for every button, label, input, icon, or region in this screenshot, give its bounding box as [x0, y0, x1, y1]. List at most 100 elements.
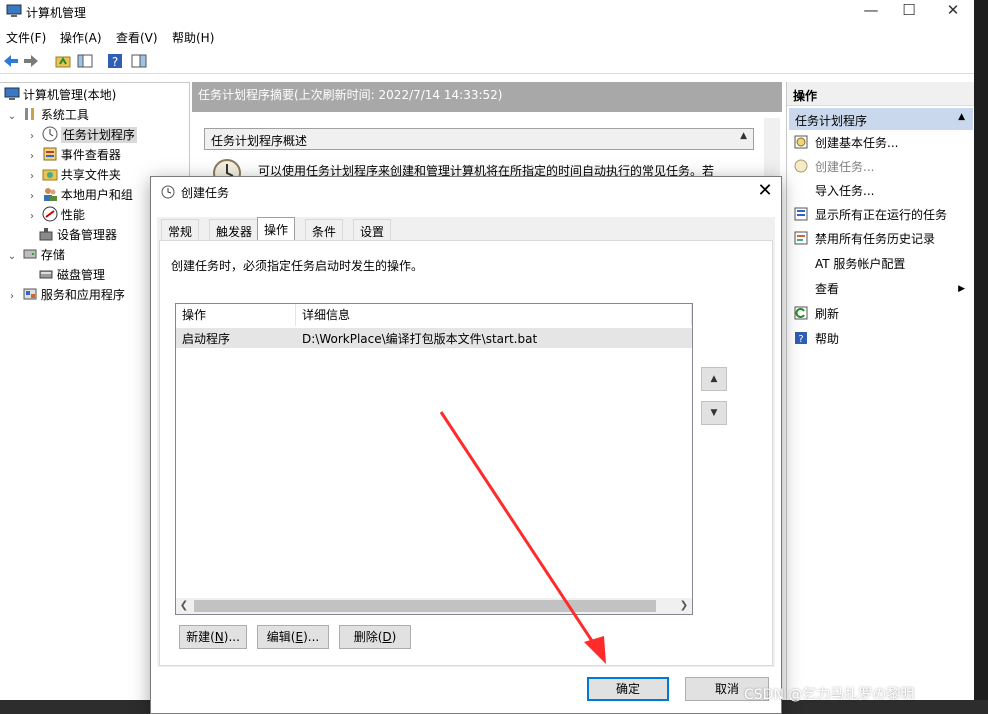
tree-item-services-apps[interactable]: › 服务和应用程序: [6, 285, 125, 305]
dialog-title: 创建任务: [181, 186, 230, 200]
actions-list[interactable]: 操作 详细信息 启动程序 D:\WorkPlace\编译打包版本文件\start…: [175, 303, 693, 615]
column-header-details[interactable]: 详细信息: [296, 304, 692, 326]
maximize-button[interactable]: ☐: [886, 0, 932, 22]
summary-header: 任务计划程序摘要(上次刷新时间: 2022/7/14 14:33:52): [192, 82, 782, 112]
collapsed-chevron-icon[interactable]: ›: [26, 167, 38, 187]
window-title: 计算机管理: [26, 6, 87, 20]
tree-item-event-viewer[interactable]: › 事件查看器: [26, 145, 121, 165]
actions-tab-description: 创建任务时，必须指定任务启动时发生的操作。: [171, 259, 424, 273]
scroll-right-icon[interactable]: ❯: [676, 598, 692, 614]
overview-section-header[interactable]: 任务计划程序概述 ▲: [204, 128, 754, 150]
services-icon: [23, 288, 37, 300]
new-action-button[interactable]: 新建(N)...: [179, 625, 247, 649]
shared-folder-icon: [42, 169, 58, 181]
storage-icon: [23, 249, 37, 259]
tree-item-local-users[interactable]: › 本地用户和组: [26, 185, 133, 205]
scroll-thumb[interactable]: [194, 600, 656, 612]
background-window-edge: [974, 0, 988, 714]
actions-pane: 操作 任务计划程序 ▲ 创建基本任务... 创建任务... 导入任务... 显示…: [786, 82, 975, 714]
close-window-button[interactable]: ✕: [930, 0, 976, 22]
collapsed-chevron-icon[interactable]: ›: [26, 147, 38, 167]
move-up-button[interactable]: ▲: [701, 367, 727, 391]
computer-management-icon: [4, 87, 20, 100]
list-horizontal-scrollbar[interactable]: ❮ ❯: [176, 598, 692, 614]
clock-icon: [42, 126, 58, 142]
action-create-task[interactable]: 创建任务...: [793, 156, 973, 178]
event-viewer-icon: [43, 147, 57, 161]
actions-header: 操作: [787, 82, 975, 106]
action-at-service-account[interactable]: AT 服务帐户配置: [793, 253, 973, 275]
tab-general[interactable]: 常规: [161, 219, 200, 241]
device-manager-icon: [39, 228, 53, 241]
tab-actions[interactable]: 操作: [257, 217, 296, 241]
performance-icon: [42, 206, 58, 222]
delete-action-button[interactable]: 删除(D): [339, 625, 411, 649]
collapsed-chevron-icon[interactable]: ›: [6, 287, 18, 307]
ok-button[interactable]: 确定: [587, 677, 669, 701]
submenu-arrow-icon: ▶: [958, 284, 965, 294]
action-view[interactable]: 查看 ▶: [793, 278, 973, 300]
collapsed-chevron-icon[interactable]: ›: [26, 207, 38, 227]
svg-text:?: ?: [112, 55, 118, 69]
action-disable-task-history[interactable]: 禁用所有任务历史记录: [793, 228, 973, 250]
row-action-cell: 启动程序: [182, 332, 231, 346]
tab-triggers[interactable]: 触发器: [209, 219, 260, 241]
users-icon: [43, 188, 57, 201]
collapse-up-icon[interactable]: ▲: [958, 112, 965, 122]
collapsed-chevron-icon[interactable]: ›: [26, 187, 38, 207]
tree-item-storage[interactable]: ⌄ 存储: [6, 245, 65, 265]
action-create-basic-task[interactable]: 创建基本任务...: [793, 132, 973, 154]
menu-file[interactable]: 文件(F): [6, 29, 46, 46]
up-folder-icon[interactable]: [54, 52, 72, 70]
watermark-text: CSDN @乞力马扎罗の黎明: [744, 687, 915, 703]
overview-section-title: 任务计划程序概述: [211, 134, 308, 148]
create-task-dialog: 创建任务 ✕ 常规 触发器 操作 条件 设置 创建任务时，必须指定任务启动时发生…: [150, 176, 782, 714]
svg-text:?: ?: [798, 334, 803, 345]
tree-item-task-scheduler[interactable]: › 任务计划程序: [26, 125, 137, 145]
collapsed-chevron-icon[interactable]: ›: [26, 127, 38, 147]
tree-item-system-tools[interactable]: ⌄ 系统工具: [6, 105, 89, 125]
move-down-button[interactable]: ▼: [701, 401, 727, 425]
action-display-running-tasks[interactable]: 显示所有正在运行的任务: [793, 204, 973, 226]
refresh-icon: [794, 306, 808, 320]
forward-arrow-icon[interactable]: [22, 52, 40, 70]
help-toolbar-icon[interactable]: ?: [106, 52, 124, 70]
tree-item-shared-folders[interactable]: › 共享文件夹: [26, 165, 121, 185]
tree-item-performance[interactable]: › 性能: [26, 205, 85, 225]
column-header-action[interactable]: 操作: [176, 304, 296, 326]
tab-settings[interactable]: 设置: [353, 219, 392, 241]
create-basic-task-icon: [794, 135, 808, 149]
menu-action[interactable]: 操作(A): [60, 29, 102, 46]
tree-root[interactable]: 计算机管理(本地): [4, 85, 116, 105]
dialog-close-button[interactable]: ✕: [753, 179, 777, 203]
actions-group-task-scheduler[interactable]: 任务计划程序 ▲: [789, 108, 973, 130]
history-icon: [794, 231, 808, 245]
collapse-up-icon[interactable]: ▲: [740, 131, 747, 141]
tree-item-disk-management[interactable]: 磁盘管理: [38, 265, 105, 285]
table-row[interactable]: 启动程序 D:\WorkPlace\编译打包版本文件\start.bat: [176, 328, 692, 348]
scroll-left-icon[interactable]: ❮: [176, 598, 192, 614]
running-tasks-icon: [794, 207, 808, 221]
action-import-task[interactable]: 导入任务...: [793, 180, 973, 202]
menu-help[interactable]: 帮助(H): [172, 29, 214, 46]
help-icon: ?: [795, 332, 807, 345]
disk-icon: [39, 270, 53, 279]
edit-action-button[interactable]: 编辑(E)...: [257, 625, 329, 649]
tools-icon: [24, 108, 34, 120]
expanded-chevron-icon[interactable]: ⌄: [6, 247, 18, 267]
properties-pane-icon[interactable]: [130, 52, 148, 70]
expanded-chevron-icon[interactable]: ⌄: [6, 107, 18, 127]
show-hide-tree-icon[interactable]: [76, 52, 94, 70]
menu-view[interactable]: 查看(V): [116, 29, 158, 46]
tab-conditions[interactable]: 条件: [305, 219, 344, 241]
row-details-cell: D:\WorkPlace\编译打包版本文件\start.bat: [302, 332, 538, 346]
clock-icon: [161, 185, 175, 199]
back-arrow-icon[interactable]: [2, 52, 20, 70]
toolbar: ?: [0, 48, 988, 74]
action-help[interactable]: ? 帮助: [793, 328, 973, 350]
create-task-icon: [794, 159, 808, 173]
computer-management-icon: [6, 4, 22, 17]
tree-item-device-manager[interactable]: 设备管理器: [38, 225, 117, 245]
title-bar: 计算机管理 — ☐ ✕: [0, 0, 988, 26]
action-refresh[interactable]: 刷新: [793, 303, 973, 325]
